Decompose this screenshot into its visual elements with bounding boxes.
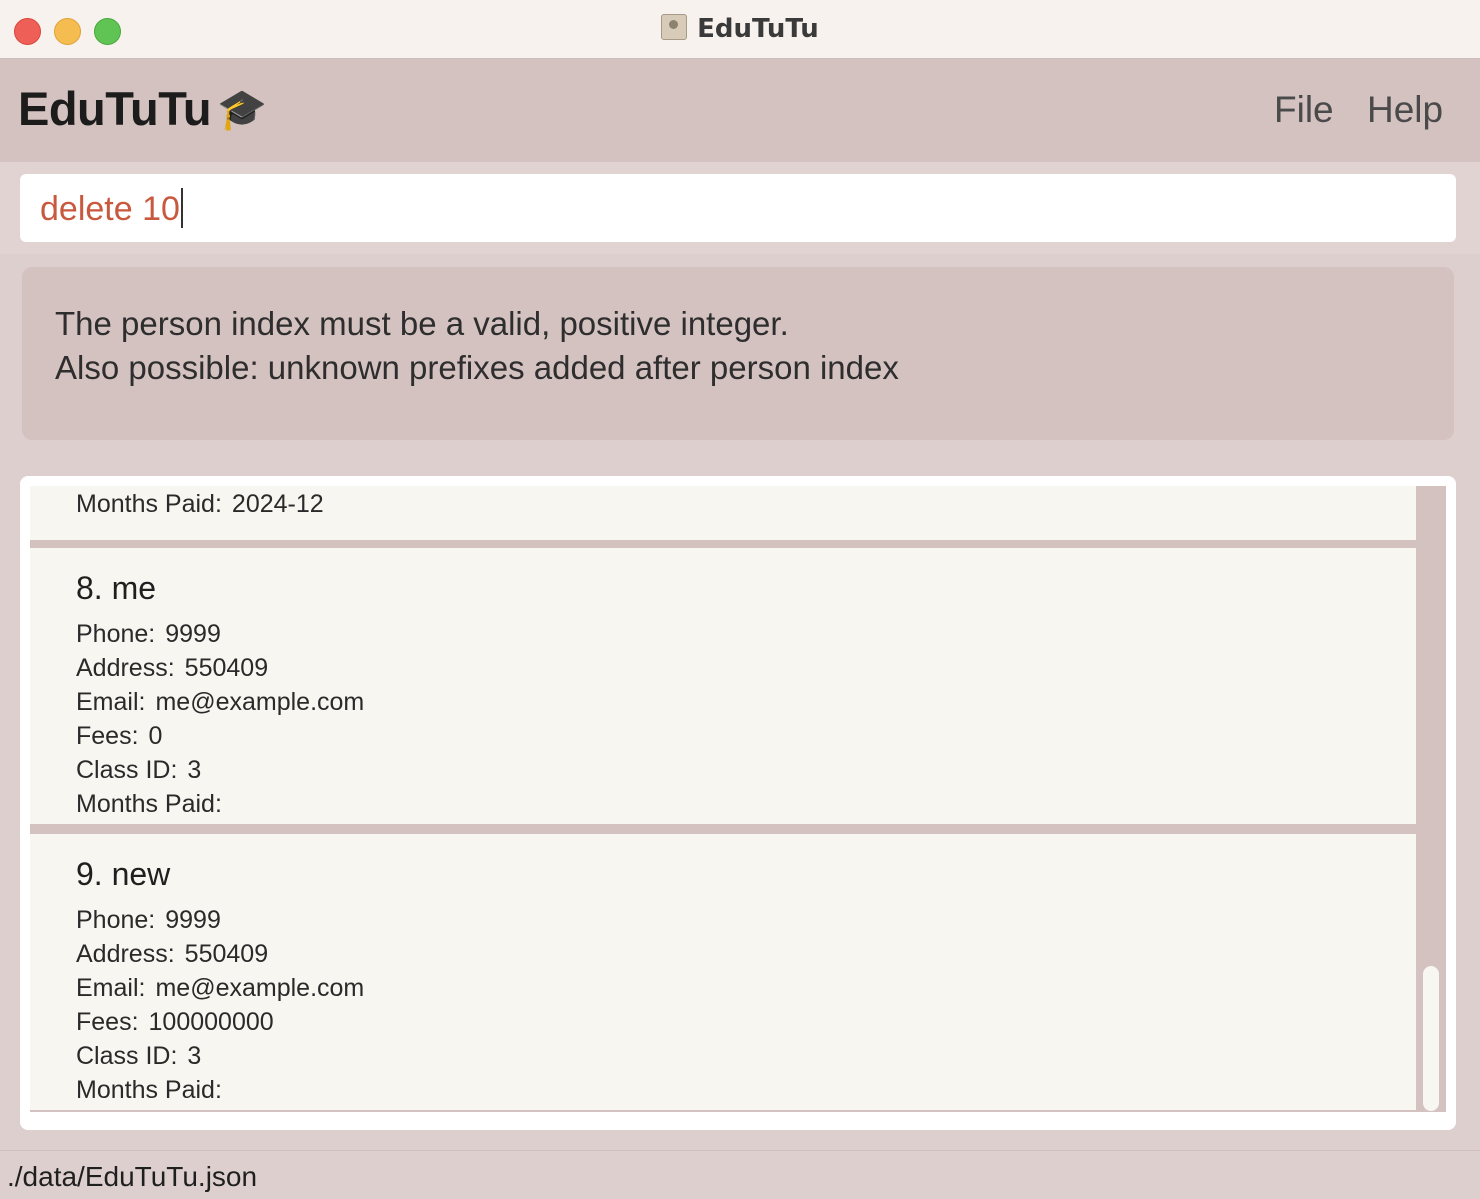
class-id-field: Class ID: 3 [76, 756, 201, 785]
person-list[interactable]: Months Paid: 2024-12 8. me Phone: 9999 Add… [20, 476, 1456, 1130]
address-field: Address: 550409 [76, 940, 268, 969]
months-paid-label: Months Paid: [76, 790, 222, 818]
window-titlebar: EduTuTu [0, 0, 1480, 59]
class-id-label: Class ID: [76, 1042, 178, 1070]
email-value: me@example.com [155, 974, 365, 1002]
fees-value: 100000000 [148, 1008, 274, 1036]
address-label: Address: [76, 940, 175, 968]
person-card[interactable]: 9. new Phone: 9999 Address: 550409 Email: m… [30, 834, 1416, 1110]
window-title-text: EduTuTu [697, 14, 819, 44]
months-paid-label: Months Paid: [76, 1076, 222, 1104]
command-box: delete 10 [0, 162, 1480, 254]
fees-field: Fees: 100000000 [76, 1008, 274, 1037]
class-id-field: Class ID: 3 [76, 1042, 201, 1071]
person-name: 9. new [76, 856, 171, 892]
phone-value: 9999 [165, 906, 221, 934]
result-display-panel: The person index must be a valid, positi… [0, 254, 1480, 454]
address-field: Address: 550409 [76, 654, 268, 683]
fees-value: 0 [148, 722, 163, 750]
phone-label: Phone: [76, 906, 156, 934]
phone-label: Phone: [76, 620, 156, 648]
class-id-value: 3 [187, 756, 202, 784]
class-id-value: 3 [187, 1042, 202, 1070]
result-display: The person index must be a valid, positi… [22, 267, 1454, 440]
phone-field: Phone: 9999 [76, 620, 221, 649]
status-bar: ./data/EduTuTu.json [0, 1150, 1480, 1199]
graduation-cap-icon: 🎓 [217, 88, 267, 132]
email-field: Email: me@example.com [76, 688, 364, 717]
command-input[interactable]: delete 10 [20, 174, 1456, 242]
result-message-line-1: The person index must be a valid, positi… [55, 305, 789, 342]
app-icon [661, 14, 688, 40]
phone-value: 9999 [165, 620, 221, 648]
months-paid-label: Months Paid: [76, 490, 222, 518]
fees-field: Fees: 0 [76, 722, 162, 751]
list-scrollbar-thumb[interactable] [1423, 966, 1439, 1111]
person-list-panel: Months Paid: 2024-12 8. me Phone: 9999 Add… [0, 454, 1480, 1150]
email-field: Email: me@example.com [76, 974, 364, 1003]
command-input-text: delete 10 [40, 190, 180, 228]
data-file-path: ./data/EduTuTu.json [7, 1161, 258, 1192]
menu-help[interactable]: Help [1367, 89, 1443, 131]
menu-file[interactable]: File [1274, 89, 1334, 131]
app-header: EduTuTu 🎓 File Help [0, 59, 1480, 162]
address-label: Address: [76, 654, 175, 682]
person-card[interactable]: 8. me Phone: 9999 Address: 550409 Email: me… [30, 548, 1416, 824]
person-name: 8. me [76, 570, 157, 606]
email-label: Email: [76, 688, 146, 716]
phone-field: Phone: 9999 [76, 906, 221, 935]
result-message-line-2: Also possible: unknown prefixes added af… [55, 349, 899, 386]
months-paid-field: Months Paid: [76, 790, 232, 819]
brand-logo: EduTuTu 🎓 [18, 81, 267, 136]
class-id-label: Class ID: [76, 756, 178, 784]
person-list-viewport: Months Paid: 2024-12 8. me Phone: 9999 Add… [30, 486, 1416, 1112]
months-paid-field: Months Paid: [76, 1076, 232, 1105]
brand-name: EduTuTu [18, 82, 212, 135]
text-caret [180, 188, 183, 228]
months-paid-field: Months Paid: 2024-12 [76, 490, 324, 519]
person-card[interactable]: Months Paid: 2024-12 [30, 486, 1416, 540]
email-value: me@example.com [155, 688, 365, 716]
address-value: 550409 [184, 940, 269, 968]
fees-label: Fees: [76, 1008, 139, 1036]
window-title: EduTuTu [0, 14, 1480, 44]
fees-label: Fees: [76, 722, 139, 750]
email-label: Email: [76, 974, 146, 1002]
address-value: 550409 [184, 654, 269, 682]
months-paid-value: 2024-12 [231, 490, 324, 518]
